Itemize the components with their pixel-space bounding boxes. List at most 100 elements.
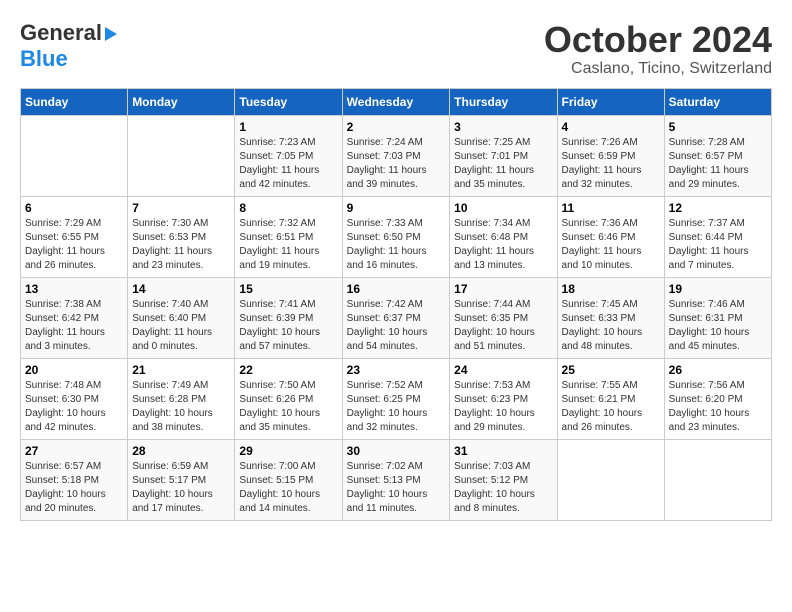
day-info: Sunrise: 7:40 AM Sunset: 6:40 PM Dayligh… (132, 298, 230, 354)
weekday-header-cell: Friday (557, 88, 664, 115)
day-number: 11 (562, 201, 660, 215)
day-info: Sunrise: 7:00 AM Sunset: 5:15 PM Dayligh… (239, 460, 337, 516)
calendar-week-row: 13Sunrise: 7:38 AM Sunset: 6:42 PM Dayli… (21, 277, 772, 358)
logo-text-blue: Blue (20, 46, 68, 71)
weekday-header-cell: Tuesday (235, 88, 342, 115)
day-number: 12 (669, 201, 767, 215)
calendar-day-cell: 2 Sunrise: 7:24 AM Sunset: 7:03 PM Daylig… (342, 115, 450, 196)
calendar-day-cell: 16 Sunrise: 7:42 AM Sunset: 6:37 PM Dayli… (342, 277, 450, 358)
day-number: 6 (25, 201, 123, 215)
day-number: 19 (669, 282, 767, 296)
day-number: 18 (562, 282, 660, 296)
calendar-day-cell (664, 439, 771, 520)
calendar-week-row: 1 Sunrise: 7:23 AM Sunset: 7:05 PM Daylig… (21, 115, 772, 196)
calendar-day-cell: 21Sunrise: 7:49 AM Sunset: 6:28 PM Dayli… (128, 358, 235, 439)
day-info: Sunrise: 7:53 AM Sunset: 6:23 PM Dayligh… (454, 379, 552, 435)
day-info: Sunrise: 6:59 AM Sunset: 5:17 PM Dayligh… (132, 460, 230, 516)
day-info: Sunrise: 7:25 AM Sunset: 7:01 PM Dayligh… (454, 136, 552, 192)
calendar-day-cell: 12 Sunrise: 7:37 AM Sunset: 6:44 PM Dayli… (664, 196, 771, 277)
calendar-day-cell: 13Sunrise: 7:38 AM Sunset: 6:42 PM Dayli… (21, 277, 128, 358)
day-info: Sunrise: 7:34 AM Sunset: 6:48 PM Dayligh… (454, 217, 552, 273)
calendar-day-cell: 14 Sunrise: 7:40 AM Sunset: 6:40 PM Dayli… (128, 277, 235, 358)
day-info: Sunrise: 6:57 AM Sunset: 5:18 PM Dayligh… (25, 460, 123, 516)
calendar-body: 1 Sunrise: 7:23 AM Sunset: 7:05 PM Daylig… (21, 115, 772, 520)
calendar-day-cell: 22Sunrise: 7:50 AM Sunset: 6:26 PM Dayli… (235, 358, 342, 439)
day-info: Sunrise: 7:56 AM Sunset: 6:20 PM Dayligh… (669, 379, 767, 435)
calendar-day-cell: 27Sunrise: 6:57 AM Sunset: 5:18 PM Dayli… (21, 439, 128, 520)
day-info: Sunrise: 7:28 AM Sunset: 6:57 PM Dayligh… (669, 136, 767, 192)
day-number: 5 (669, 120, 767, 134)
day-info: Sunrise: 7:30 AM Sunset: 6:53 PM Dayligh… (132, 217, 230, 273)
calendar-day-cell: 15Sunrise: 7:41 AM Sunset: 6:39 PM Dayli… (235, 277, 342, 358)
day-info: Sunrise: 7:46 AM Sunset: 6:31 PM Dayligh… (669, 298, 767, 354)
day-number: 21 (132, 363, 230, 377)
day-number: 4 (562, 120, 660, 134)
day-info: Sunrise: 7:50 AM Sunset: 6:26 PM Dayligh… (239, 379, 337, 435)
calendar-day-cell (557, 439, 664, 520)
day-number: 15 (239, 282, 337, 296)
day-number: 14 (132, 282, 230, 296)
calendar-day-cell: 7 Sunrise: 7:30 AM Sunset: 6:53 PM Daylig… (128, 196, 235, 277)
day-info: Sunrise: 7:37 AM Sunset: 6:44 PM Dayligh… (669, 217, 767, 273)
day-number: 16 (347, 282, 446, 296)
day-number: 26 (669, 363, 767, 377)
day-number: 25 (562, 363, 660, 377)
calendar-day-cell: 20Sunrise: 7:48 AM Sunset: 6:30 PM Dayli… (21, 358, 128, 439)
day-info: Sunrise: 7:33 AM Sunset: 6:50 PM Dayligh… (347, 217, 446, 273)
day-number: 24 (454, 363, 552, 377)
logo-text-general: General (20, 20, 102, 46)
calendar-day-cell: 11 Sunrise: 7:36 AM Sunset: 6:46 PM Dayli… (557, 196, 664, 277)
weekday-header-cell: Wednesday (342, 88, 450, 115)
day-info: Sunrise: 7:02 AM Sunset: 5:13 PM Dayligh… (347, 460, 446, 516)
day-info: Sunrise: 7:03 AM Sunset: 5:12 PM Dayligh… (454, 460, 552, 516)
day-info: Sunrise: 7:29 AM Sunset: 6:55 PM Dayligh… (25, 217, 123, 273)
day-info: Sunrise: 7:45 AM Sunset: 6:33 PM Dayligh… (562, 298, 660, 354)
day-info: Sunrise: 7:23 AM Sunset: 7:05 PM Dayligh… (239, 136, 337, 192)
day-number: 13 (25, 282, 123, 296)
day-info: Sunrise: 7:48 AM Sunset: 6:30 PM Dayligh… (25, 379, 123, 435)
calendar-week-row: 20Sunrise: 7:48 AM Sunset: 6:30 PM Dayli… (21, 358, 772, 439)
calendar-subtitle: Caslano, Ticino, Switzerland (544, 60, 772, 78)
day-number: 1 (239, 120, 337, 134)
calendar-day-cell: 18 Sunrise: 7:45 AM Sunset: 6:33 PM Dayli… (557, 277, 664, 358)
day-number: 30 (347, 444, 446, 458)
day-info: Sunrise: 7:32 AM Sunset: 6:51 PM Dayligh… (239, 217, 337, 273)
calendar-day-cell: 28 Sunrise: 6:59 AM Sunset: 5:17 PM Dayli… (128, 439, 235, 520)
day-number: 28 (132, 444, 230, 458)
calendar-week-row: 27Sunrise: 6:57 AM Sunset: 5:18 PM Dayli… (21, 439, 772, 520)
day-number: 3 (454, 120, 552, 134)
day-number: 10 (454, 201, 552, 215)
weekday-header-cell: Monday (128, 88, 235, 115)
weekday-header-cell: Thursday (450, 88, 557, 115)
day-info: Sunrise: 7:55 AM Sunset: 6:21 PM Dayligh… (562, 379, 660, 435)
weekday-header-cell: Sunday (21, 88, 128, 115)
calendar-day-cell: 5 Sunrise: 7:28 AM Sunset: 6:57 PM Daylig… (664, 115, 771, 196)
calendar-week-row: 6 Sunrise: 7:29 AM Sunset: 6:55 PM Daylig… (21, 196, 772, 277)
day-number: 17 (454, 282, 552, 296)
calendar-day-cell: 4Sunrise: 7:26 AM Sunset: 6:59 PM Daylig… (557, 115, 664, 196)
calendar-day-cell: 10 Sunrise: 7:34 AM Sunset: 6:48 PM Dayli… (450, 196, 557, 277)
calendar-day-cell: 24 Sunrise: 7:53 AM Sunset: 6:23 PM Dayli… (450, 358, 557, 439)
calendar-day-cell (21, 115, 128, 196)
calendar-day-cell: 9 Sunrise: 7:33 AM Sunset: 6:50 PM Daylig… (342, 196, 450, 277)
calendar-table: SundayMondayTuesdayWednesdayThursdayFrid… (20, 88, 772, 521)
day-number: 29 (239, 444, 337, 458)
calendar-title: October 2024 (544, 20, 772, 60)
calendar-day-cell (128, 115, 235, 196)
title-section: October 2024 Caslano, Ticino, Switzerlan… (544, 20, 772, 78)
day-number: 2 (347, 120, 446, 134)
calendar-day-cell: 25 Sunrise: 7:55 AM Sunset: 6:21 PM Dayli… (557, 358, 664, 439)
calendar-day-cell: 26 Sunrise: 7:56 AM Sunset: 6:20 PM Dayli… (664, 358, 771, 439)
calendar-day-cell: 31 Sunrise: 7:03 AM Sunset: 5:12 PM Dayli… (450, 439, 557, 520)
calendar-day-cell: 8Sunrise: 7:32 AM Sunset: 6:51 PM Daylig… (235, 196, 342, 277)
day-info: Sunrise: 7:42 AM Sunset: 6:37 PM Dayligh… (347, 298, 446, 354)
calendar-day-cell: 19 Sunrise: 7:46 AM Sunset: 6:31 PM Dayli… (664, 277, 771, 358)
day-number: 31 (454, 444, 552, 458)
day-number: 7 (132, 201, 230, 215)
weekday-header-cell: Saturday (664, 88, 771, 115)
day-info: Sunrise: 7:24 AM Sunset: 7:03 PM Dayligh… (347, 136, 446, 192)
calendar-day-cell: 3 Sunrise: 7:25 AM Sunset: 7:01 PM Daylig… (450, 115, 557, 196)
day-info: Sunrise: 7:36 AM Sunset: 6:46 PM Dayligh… (562, 217, 660, 273)
day-number: 9 (347, 201, 446, 215)
page-header: General Blue October 2024 Caslano, Ticin… (20, 20, 772, 78)
